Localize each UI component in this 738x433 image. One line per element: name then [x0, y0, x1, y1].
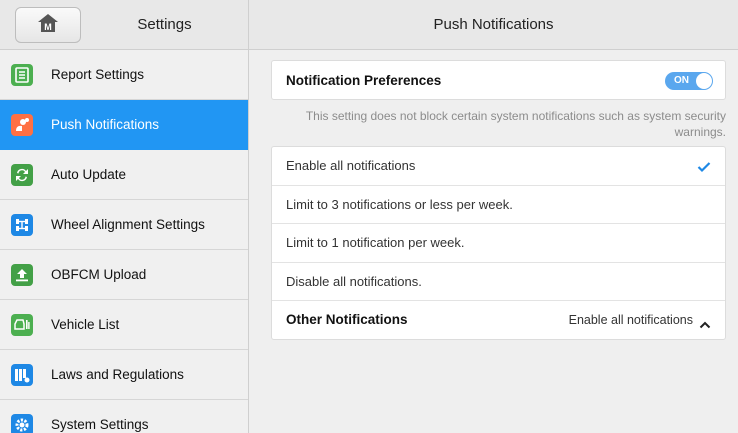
sidebar-item-label: Laws and Regulations — [51, 367, 184, 382]
other-notifications-label: Other Notifications — [286, 312, 408, 328]
option-label: Limit to 3 notifications or less per wee… — [286, 196, 513, 212]
toggle-knob — [696, 73, 712, 89]
gear-icon — [11, 413, 33, 433]
sidebar-header: M Settings — [0, 0, 248, 50]
push-notification-icon — [11, 113, 33, 136]
home-m-icon: M — [37, 13, 59, 38]
vehicle-list-icon — [11, 313, 33, 336]
option-disable-all[interactable]: Disable all notifications. — [272, 263, 725, 302]
sidebar-item-auto-update[interactable]: Auto Update — [0, 150, 248, 200]
option-enable-all[interactable]: Enable all notifications — [272, 147, 725, 186]
sidebar-item-label: Wheel Alignment Settings — [51, 217, 205, 232]
sidebar-item-obfcm-upload[interactable]: OBFCM Upload — [0, 250, 248, 300]
chevron-up-icon — [699, 316, 711, 334]
option-label: Disable all notifications. — [286, 273, 422, 289]
sidebar-title: Settings — [137, 16, 192, 33]
option-label: Enable all notifications — [286, 158, 416, 173]
upload-icon — [11, 263, 33, 286]
option-limit-1[interactable]: Limit to 1 notification per week. — [272, 224, 725, 263]
sidebar-item-system-settings[interactable]: System Settings — [0, 400, 248, 433]
sidebar-item-report-settings[interactable]: Report Settings — [0, 50, 248, 100]
report-icon — [11, 63, 33, 86]
page-title: Push Notifications — [249, 0, 738, 50]
toggle-state-label: ON — [674, 75, 689, 86]
home-button[interactable]: M — [15, 7, 81, 43]
notification-preferences-toggle[interactable]: ON — [665, 72, 713, 90]
main-panel: Push Notifications Notification Preferen… — [249, 0, 738, 433]
sidebar-item-label: Auto Update — [51, 167, 127, 182]
sidebar-item-wheel-alignment[interactable]: Wheel Alignment Settings — [0, 200, 248, 250]
sidebar-item-label: Push Notifications — [51, 117, 160, 132]
sidebar-item-push-notifications[interactable]: Push Notifications — [0, 100, 248, 150]
settings-note: This setting does not block certain syst… — [305, 109, 726, 139]
sidebar-item-label: OBFCM Upload — [51, 267, 147, 282]
sidebar-item-label: Vehicle List — [51, 317, 120, 332]
notification-preferences-card: Notification Preferences ON — [271, 60, 726, 100]
check-icon — [697, 160, 711, 178]
sidebar-item-label: System Settings — [51, 417, 149, 432]
auto-update-icon — [11, 163, 33, 186]
sidebar: M Settings Report Settings Push Notifica… — [0, 0, 249, 433]
sidebar-item-laws-and-regulations[interactable]: Laws and Regulations — [0, 350, 248, 400]
notification-preferences-label: Notification Preferences — [286, 73, 442, 88]
wheel-alignment-icon — [11, 213, 33, 236]
laws-icon — [11, 363, 33, 386]
other-notifications-value: Enable all notifications — [568, 313, 693, 328]
option-label: Limit to 1 notification per week. — [286, 235, 465, 251]
svg-text:M: M — [44, 22, 52, 32]
sidebar-item-vehicle-list[interactable]: Vehicle List — [0, 300, 248, 350]
option-limit-3[interactable]: Limit to 3 notifications or less per wee… — [272, 186, 725, 225]
sidebar-item-label: Report Settings — [51, 67, 145, 82]
notification-options-list: Enable all notifications Limit to 3 noti… — [271, 146, 726, 340]
other-notifications-row[interactable]: Other Notifications Enable all notificat… — [272, 301, 725, 340]
